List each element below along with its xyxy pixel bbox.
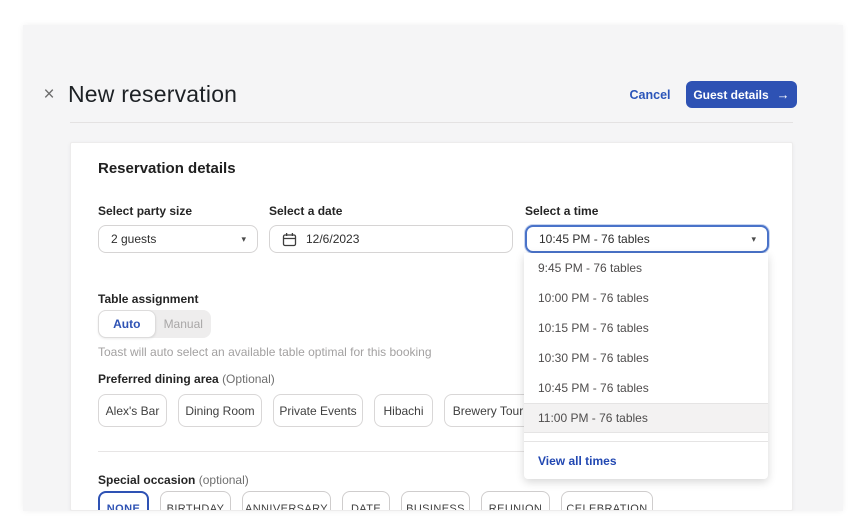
time-option[interactable]: 10:00 PM - 76 tables bbox=[524, 283, 768, 313]
header-divider bbox=[70, 122, 793, 123]
dining-area-optional-note: (Optional) bbox=[222, 372, 275, 386]
page-title: New reservation bbox=[68, 81, 237, 108]
occasion-option-anniversary[interactable]: ANNIVERSARY bbox=[242, 491, 331, 511]
table-assignment-label: Table assignment bbox=[98, 292, 198, 306]
close-icon[interactable]: × bbox=[36, 82, 62, 108]
table-assignment-toggle: Auto Manual bbox=[98, 310, 211, 338]
dining-area-option[interactable]: Hibachi bbox=[374, 394, 433, 427]
time-option[interactable]: 10:30 PM - 76 tables bbox=[524, 343, 768, 373]
dropdown-spacer bbox=[524, 433, 768, 441]
view-all-times-link[interactable]: View all times bbox=[524, 442, 768, 479]
time-dropdown: 9:45 PM - 76 tables 10:00 PM - 76 tables… bbox=[524, 253, 768, 479]
time-option[interactable]: 10:45 PM - 76 tables bbox=[524, 373, 768, 403]
date-label: Select a date bbox=[269, 204, 342, 218]
party-size-value: 2 guests bbox=[111, 232, 156, 246]
special-occasion-label: Special occasion (optional) bbox=[98, 473, 249, 487]
dining-area-options: Alex's Bar Dining Room Private Events Hi… bbox=[98, 394, 532, 427]
occasion-option-business[interactable]: BUSINESS bbox=[401, 491, 470, 511]
time-option[interactable]: 9:45 PM - 76 tables bbox=[524, 253, 768, 283]
dining-area-label-text: Preferred dining area bbox=[98, 372, 219, 386]
new-reservation-modal: × New reservation Cancel Guest details →… bbox=[23, 25, 843, 511]
chevron-down-icon: ▾ bbox=[751, 234, 756, 245]
dining-area-option[interactable]: Dining Room bbox=[178, 394, 262, 427]
dining-area-option[interactable]: Private Events bbox=[273, 394, 363, 427]
arrow-right-icon: → bbox=[777, 87, 790, 102]
special-occasion-optional-note: (optional) bbox=[199, 473, 249, 487]
date-select[interactable]: 12/6/2023 bbox=[269, 225, 513, 253]
date-value: 12/6/2023 bbox=[306, 232, 359, 246]
special-occasion-label-text: Special occasion bbox=[98, 473, 195, 487]
occasion-option-none[interactable]: NONE bbox=[98, 491, 149, 511]
party-size-label: Select party size bbox=[98, 204, 192, 218]
toggle-manual[interactable]: Manual bbox=[156, 310, 212, 338]
party-size-select[interactable]: 2 guests ▾ bbox=[98, 225, 258, 253]
time-label: Select a time bbox=[525, 204, 598, 218]
guest-details-label: Guest details bbox=[693, 88, 768, 102]
table-assignment-hint: Toast will auto select an available tabl… bbox=[98, 345, 432, 359]
guest-details-button[interactable]: Guest details → bbox=[686, 81, 797, 108]
toggle-auto[interactable]: Auto bbox=[98, 310, 156, 338]
time-option-highlighted[interactable]: 11:00 PM - 76 tables bbox=[524, 403, 768, 433]
occasion-option-birthday[interactable]: BIRTHDAY bbox=[160, 491, 231, 511]
special-occasion-options: NONE BIRTHDAY ANNIVERSARY DATE BUSINESS … bbox=[98, 491, 653, 511]
dining-area-option[interactable]: Alex's Bar bbox=[98, 394, 167, 427]
occasion-option-reunion[interactable]: REUNION bbox=[481, 491, 550, 511]
time-select[interactable]: 10:45 PM - 76 tables ▾ bbox=[525, 225, 769, 253]
occasion-option-celebration[interactable]: CELEBRATION bbox=[561, 491, 653, 511]
cancel-button[interactable]: Cancel bbox=[619, 84, 681, 106]
calendar-icon bbox=[282, 232, 297, 247]
chevron-down-icon: ▾ bbox=[241, 234, 246, 245]
time-option[interactable]: 10:15 PM - 76 tables bbox=[524, 313, 768, 343]
occasion-option-date[interactable]: DATE bbox=[342, 491, 390, 511]
time-value: 10:45 PM - 76 tables bbox=[539, 232, 650, 246]
dining-area-option[interactable]: Brewery Tour bbox=[444, 394, 532, 427]
dining-area-label: Preferred dining area (Optional) bbox=[98, 372, 275, 386]
section-title: Reservation details bbox=[98, 160, 236, 177]
